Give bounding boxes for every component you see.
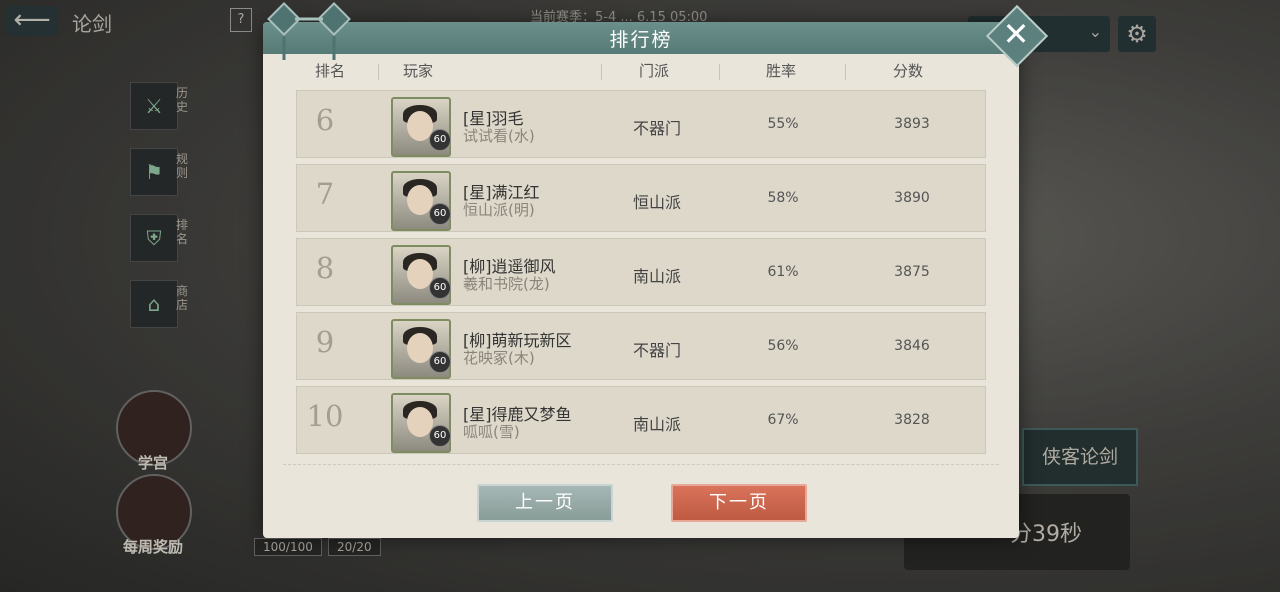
modal-title: 排行榜	[609, 29, 673, 51]
rank-number: 8	[315, 251, 335, 285]
player-server: 花映冢(木)	[463, 349, 535, 367]
player-faction: 南山派	[632, 267, 681, 286]
player-faction: 南山派	[632, 415, 681, 434]
leaderboard-row[interactable]: 9 60 [柳]萌新玩新区 花映冢(木) 不器门 56% 3846	[296, 312, 986, 380]
column-divider	[601, 64, 602, 80]
column-header-winrate: 胜率	[766, 62, 797, 80]
column-divider	[845, 64, 846, 80]
leaderboard-row[interactable]: 8 60 [柳]逍遥御风 羲和书院(龙) 南山派 61% 3875	[296, 238, 986, 306]
column-divider	[719, 64, 720, 80]
close-icon[interactable]: ✕	[1001, 16, 1031, 52]
player-server: 呱呱(雪)	[463, 423, 520, 441]
leaderboard-row[interactable]: 7 60 [星]满江红 恒山派(明) 恒山派 58% 3890	[296, 164, 986, 232]
player-server: 恒山派(明)	[463, 201, 535, 219]
player-faction: 不器门	[632, 341, 681, 360]
rank-number: 9	[315, 325, 335, 359]
player-winrate: 58%	[767, 190, 799, 206]
prev-page-button[interactable]: 上一页	[477, 484, 613, 522]
column-header-rank: 排名	[315, 62, 346, 80]
player-winrate: 67%	[767, 412, 799, 428]
player-winrate: 61%	[767, 264, 799, 280]
leaderboard-modal: 排行榜 ✕ 排名 玩家 门派 胜率 分数 6 60 [星]羽毛 试试看(水) 不…	[263, 2, 1049, 538]
player-score: 3890	[894, 190, 930, 206]
column-divider	[378, 64, 379, 80]
level-badge: 60	[429, 203, 451, 225]
next-page-button[interactable]: 下一页	[671, 484, 807, 522]
list-divider	[283, 464, 999, 467]
player-winrate: 55%	[767, 116, 799, 132]
player-faction: 不器门	[632, 119, 681, 138]
column-header-player: 玩家	[403, 62, 434, 80]
level-badge: 60	[429, 351, 451, 373]
level-badge: 60	[429, 277, 451, 299]
player-winrate: 56%	[767, 338, 799, 354]
player-server: 羲和书院(龙)	[463, 275, 550, 293]
leaderboard-list[interactable]: 6 60 [星]羽毛 试试看(水) 不器门 55% 3893 7 60 [星]满…	[296, 90, 986, 462]
column-header-score: 分数	[893, 62, 924, 80]
player-faction: 恒山派	[632, 193, 681, 212]
rank-number: 7	[315, 177, 335, 211]
column-header-faction: 门派	[639, 62, 670, 80]
player-score: 3828	[894, 412, 930, 428]
level-badge: 60	[429, 425, 451, 447]
leaderboard-row[interactable]: 6 60 [星]羽毛 试试看(水) 不器门 55% 3893	[296, 90, 986, 158]
player-score: 3846	[894, 338, 930, 354]
leaderboard-row[interactable]: 10 60 [星]得鹿又梦鱼 呱呱(雪) 南山派 67% 3828	[296, 386, 986, 454]
player-score: 3893	[894, 116, 930, 132]
player-server: 试试看(水)	[463, 127, 535, 145]
player-score: 3875	[894, 264, 930, 280]
rank-number: 6	[315, 103, 335, 137]
rank-number: 10	[306, 399, 344, 433]
level-badge: 60	[429, 129, 451, 151]
